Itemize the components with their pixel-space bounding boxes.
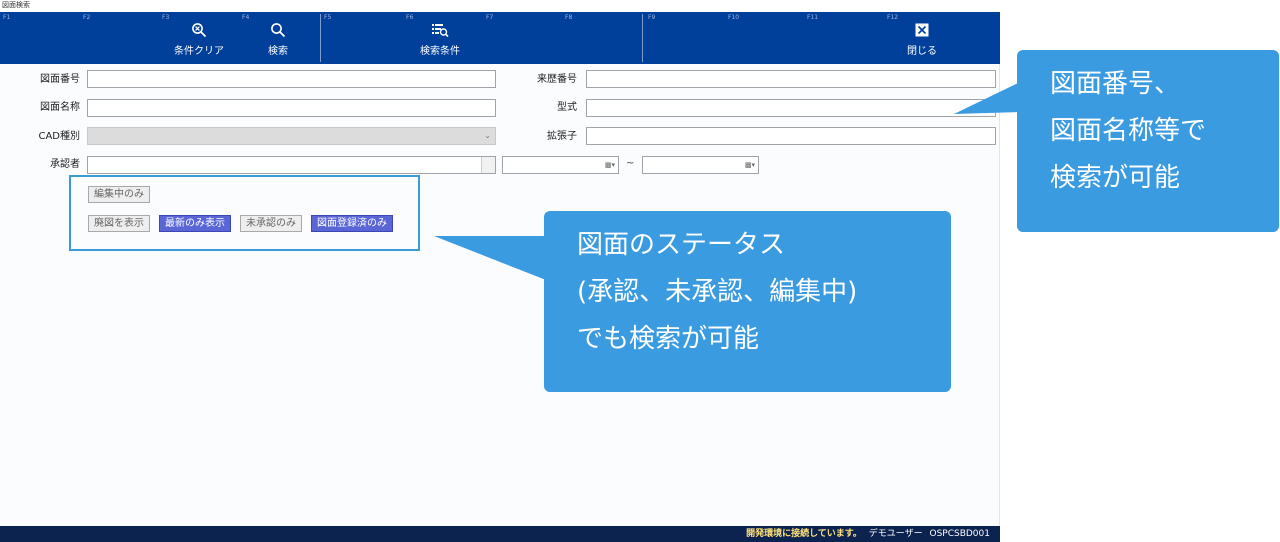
drawing-name-label: 図面名称 [40,102,80,113]
callout-line: 図面番号、 [1050,69,1181,99]
callout-search-fields: 図面番号、 図面名称等で 検索が可能 [1017,50,1279,232]
callout-line: 図面名称等で [1050,116,1207,146]
search-list-icon [431,21,449,39]
toolbar-separator [642,14,643,62]
fkey-label: F2 [83,14,91,21]
fkey-label: F9 [648,14,656,21]
approver-label: 承認者 [50,159,80,170]
search-conditions-button[interactable]: 検索条件 [405,18,475,64]
search-label: 検索 [268,46,288,57]
close-label: 閉じる [907,46,937,57]
fkey-label: F7 [486,14,494,21]
callout-status-search: 図面のステータス (承認、未承認、編集中) でも検索が可能 [544,211,951,392]
callout-pointer [434,236,546,280]
cad-type-label: CAD種別 [38,131,80,142]
editing-only-button[interactable]: 編集中のみ [88,186,150,203]
extension-input[interactable] [586,127,996,145]
drawing-name-input[interactable] [87,99,496,117]
latest-only-button[interactable]: 最新のみ表示 [159,215,231,232]
callout-line: (承認、未承認、編集中) [577,277,858,307]
history-number-label: 来歴番号 [537,74,577,85]
toolbar-separator [320,14,321,62]
drawing-number-label: 図面番号 [40,74,80,85]
function-toolbar: F1 F2 F3 F4 F5 F6 F7 F8 F9 F10 F11 F12 条… [0,12,1000,64]
fkey-label: F5 [324,14,332,21]
connection-message: 開発環境に接続しています。 [746,529,862,539]
approver-picker-button[interactable] [481,157,495,173]
close-button[interactable]: 閉じる [887,18,957,64]
window-title: 図面検索 [0,0,1000,12]
callout-pointer [954,82,1020,114]
date-from-input[interactable]: ▩▾ [502,156,619,174]
date-range-separator: ~ [626,158,635,169]
screen-code: OSPCSBD001 [929,529,990,539]
cad-type-select[interactable]: ⌄ [87,127,496,145]
clear-conditions-button[interactable]: 条件クリア [164,18,234,64]
callout-line: でも検索が可能 [577,324,760,354]
status-bar: 開発環境に接続しています。 デモユーザー OSPCSBD001 [0,526,1000,542]
callout-line: 図面のステータス [577,230,786,260]
status-filter-group: 編集中のみ 廃図を表示 最新のみ表示 未承認のみ 図面登録済のみ [69,175,420,251]
history-number-input[interactable] [586,70,996,88]
approver-input[interactable] [87,156,496,174]
show-obsolete-button[interactable]: 廃図を表示 [88,215,150,232]
chevron-down-icon: ⌄ [484,131,491,140]
page: 図面検索 F1 F2 F3 F4 F5 F6 F7 F8 F9 F10 F11 … [0,0,1280,542]
drawing-number-input[interactable] [87,70,496,88]
search-icon [269,21,287,39]
search-conditions-label: 検索条件 [420,46,460,57]
extension-label: 拡張子 [547,131,577,142]
model-input[interactable] [586,99,996,117]
fkey-label: F10 [728,14,740,21]
zoom-reset-icon [190,21,208,39]
fkey-label: F11 [807,14,819,21]
calendar-dropdown-icon[interactable]: ▩▾ [745,161,755,169]
unapproved-only-button[interactable]: 未承認のみ [240,215,302,232]
close-icon [913,21,931,39]
date-to-input[interactable]: ▩▾ [642,156,759,174]
registered-only-button[interactable]: 図面登録済のみ [311,215,393,232]
clear-conditions-label: 条件クリア [174,46,224,57]
calendar-dropdown-icon[interactable]: ▩▾ [605,161,615,169]
fkey-label: F1 [3,14,11,21]
callout-line: 検索が可能 [1050,163,1181,193]
model-label: 型式 [557,102,577,113]
search-button[interactable]: 検索 [243,18,313,64]
fkey-label: F8 [565,14,573,21]
user-name: デモユーザー [868,529,923,539]
